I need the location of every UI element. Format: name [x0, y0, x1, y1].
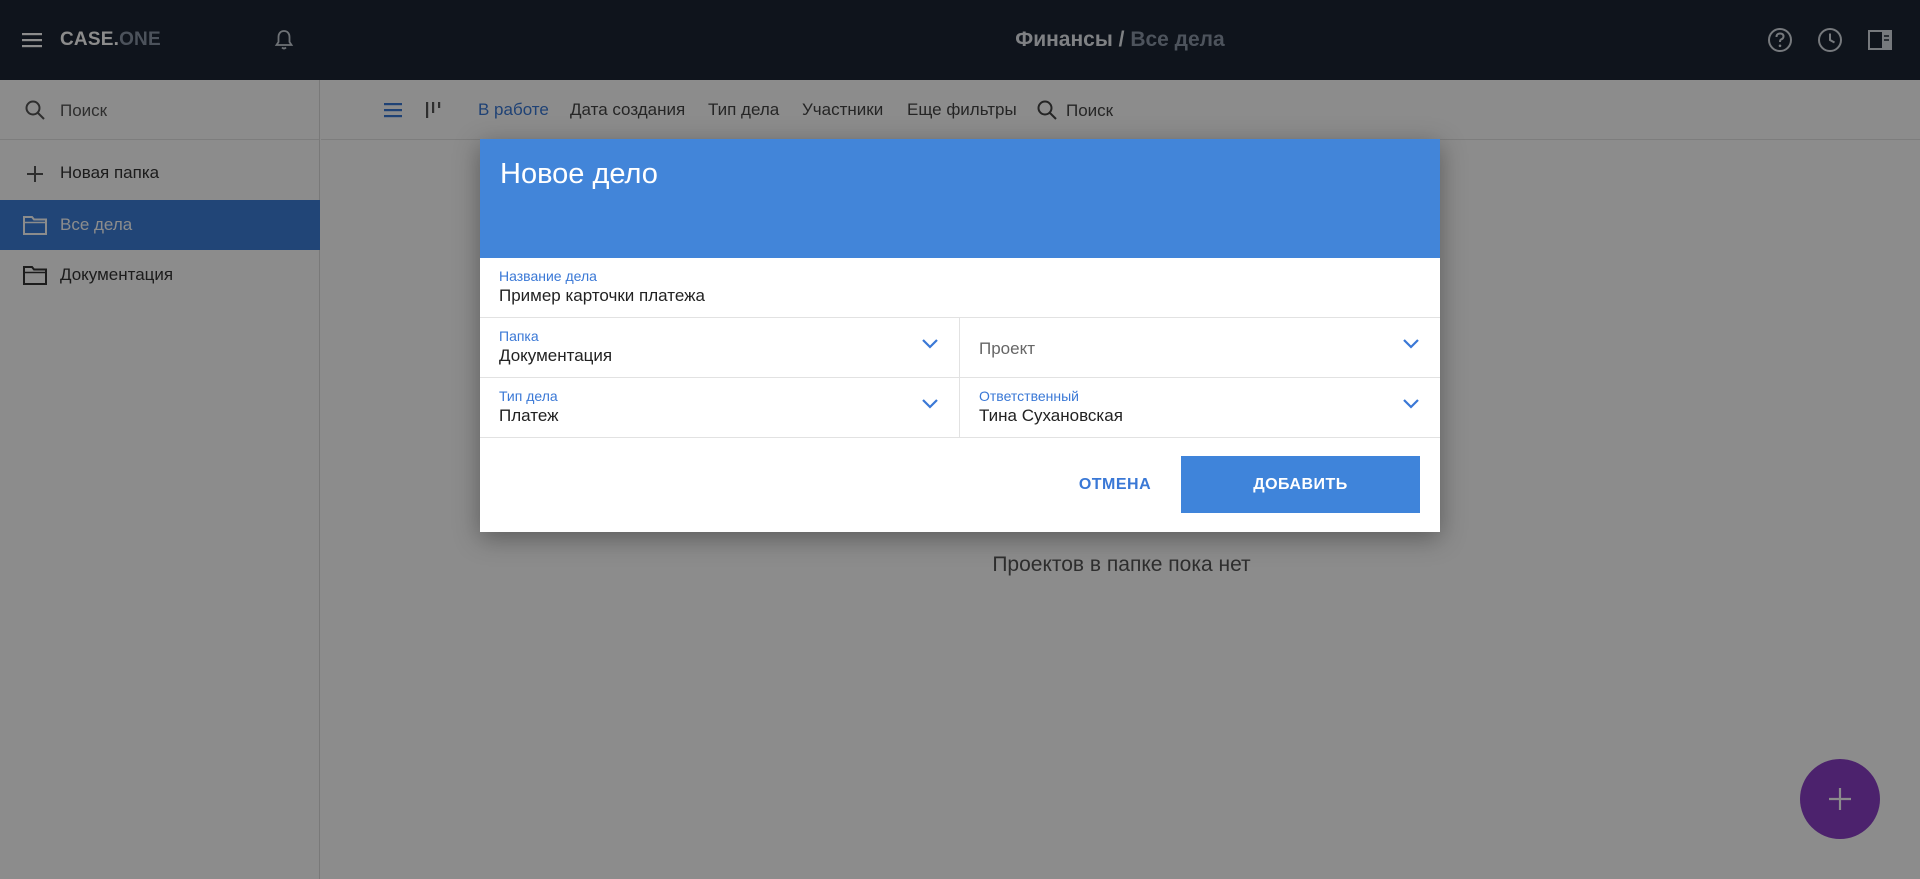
dialog-header: Новое дело [480, 139, 1440, 258]
dialog-title: Новое дело [500, 158, 658, 190]
responsible-label: Ответственный [979, 388, 1079, 404]
case-name-label: Название дела [499, 268, 597, 284]
chevron-down-icon [922, 399, 938, 409]
chevron-down-icon [1403, 399, 1419, 409]
new-case-dialog: Новое дело Название дела Пример карточки… [480, 139, 1440, 532]
case-name-value: Пример карточки платежа [499, 286, 705, 305]
project-placeholder: Проект [979, 339, 1035, 358]
folder-label: Папка [499, 328, 539, 344]
chevron-down-icon [1403, 339, 1419, 349]
responsible-select[interactable]: Ответственный Тина Сухановская [960, 378, 1440, 438]
folder-select[interactable]: Папка Документация [480, 318, 960, 378]
chevron-down-icon [922, 339, 938, 349]
add-button[interactable]: ДОБАВИТЬ [1181, 456, 1420, 513]
case-type-value: Платеж [499, 406, 559, 425]
case-type-label: Тип дела [499, 388, 558, 404]
responsible-value: Тина Сухановская [979, 406, 1123, 425]
cancel-button[interactable]: ОТМЕНА [1055, 457, 1175, 513]
case-name-field[interactable]: Название дела Пример карточки платежа [480, 258, 1440, 318]
project-select[interactable]: Проект [960, 318, 1440, 378]
folder-value: Документация [499, 346, 613, 365]
case-type-select[interactable]: Тип дела Платеж [480, 378, 960, 438]
